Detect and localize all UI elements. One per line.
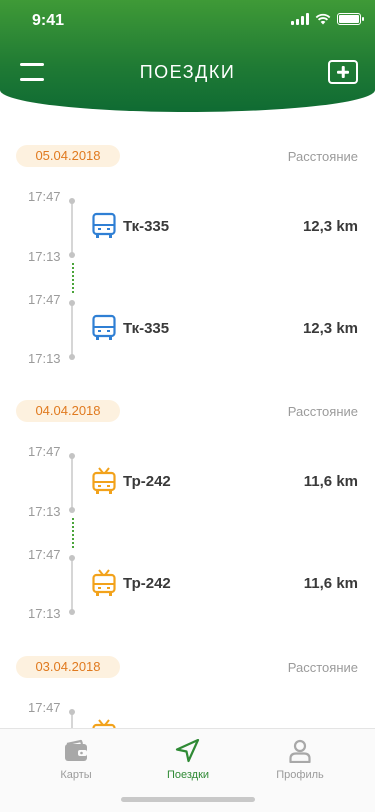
route-name: Тр-242 (123, 473, 171, 490)
trip-distance: 12,3 km (302, 218, 358, 235)
trip-row[interactable]: Тр-242 11,6 km (92, 569, 358, 597)
trip-row[interactable]: Тк-335 12,3 km (92, 212, 358, 240)
trip-end-time: 17:13 (28, 504, 61, 519)
trip-end-time: 17:13 (28, 351, 61, 366)
route-name: Тк-335 (123, 320, 170, 337)
date-badge: 04.04.2018 (16, 400, 120, 422)
trip-row[interactable]: Тр-242 11,6 km (92, 467, 358, 495)
trip-start-time: 17:47 (28, 189, 61, 204)
timeline-dot (69, 555, 75, 561)
trip-distance: 11,6 km (303, 575, 358, 592)
trip-row[interactable] (92, 719, 358, 728)
trip-start-time: 17:47 (28, 700, 61, 715)
tab-label: Карты (60, 769, 92, 781)
timeline-segment (71, 558, 73, 612)
timeline-dot (69, 300, 75, 306)
tab-label: Поездки (166, 769, 210, 781)
add-trip-button[interactable] (328, 60, 358, 84)
battery-icon (337, 13, 364, 25)
timeline-segment (71, 456, 73, 510)
tab-label: Профиль (276, 769, 324, 781)
trip-distance: 12,3 km (302, 320, 358, 337)
date-badge: 03.04.2018 (16, 656, 120, 678)
trip-end-time: 17:13 (28, 606, 61, 621)
cellular-signal-icon (291, 13, 309, 25)
app-header: 9:41 ПОЕЗДКИ (0, 0, 375, 112)
page-title: ПОЕЗДКИ (139, 62, 236, 82)
home-indicator[interactable] (121, 797, 255, 802)
timeline-dot (69, 609, 75, 615)
wallet-icon (65, 739, 87, 761)
trolleybus-icon (92, 719, 116, 728)
trip-start-time: 17:47 (28, 547, 61, 562)
timeline-dot (69, 354, 75, 360)
status-time: 9:41 (32, 12, 65, 29)
status-icons (291, 13, 364, 25)
trolleybus-icon (92, 467, 116, 494)
timeline-dot (69, 252, 75, 258)
bus-icon (92, 212, 116, 238)
trip-end-time: 17:13 (28, 249, 61, 264)
trip-start-time: 17:47 (28, 444, 61, 459)
wifi-icon (315, 13, 331, 25)
timeline-dot (69, 198, 75, 204)
tab-cards[interactable]: Карты (21, 739, 131, 781)
timeline-dot (69, 507, 75, 513)
timeline-segment (71, 201, 73, 255)
person-icon (289, 739, 311, 763)
tab-trips[interactable]: Поездки (133, 739, 243, 781)
trip-start-time: 17:47 (28, 292, 61, 307)
tab-profile[interactable]: Профиль (245, 739, 355, 781)
timeline-segment (71, 303, 73, 357)
timeline-dot (69, 453, 75, 459)
date-badge: 05.04.2018 (16, 145, 120, 167)
transfer-connector (72, 263, 74, 293)
distance-column-label: Расстояние (287, 660, 358, 675)
route-name: Тр-242 (123, 575, 171, 592)
distance-column-label: Расстояние (287, 404, 358, 419)
navigation-arrow-icon (175, 739, 200, 763)
trips-list[interactable]: 05.04.2018 Расстояние 17:47 17:13 17:47 … (0, 112, 375, 728)
bus-icon (92, 314, 116, 340)
route-name: Тк-335 (123, 218, 170, 235)
distance-column-label: Расстояние (287, 149, 358, 164)
timeline-dot (69, 709, 75, 715)
trip-distance: 11,6 km (303, 473, 358, 490)
trolleybus-icon (92, 569, 116, 596)
trip-row[interactable]: Тк-335 12,3 km (92, 314, 358, 342)
transfer-connector (72, 518, 74, 548)
